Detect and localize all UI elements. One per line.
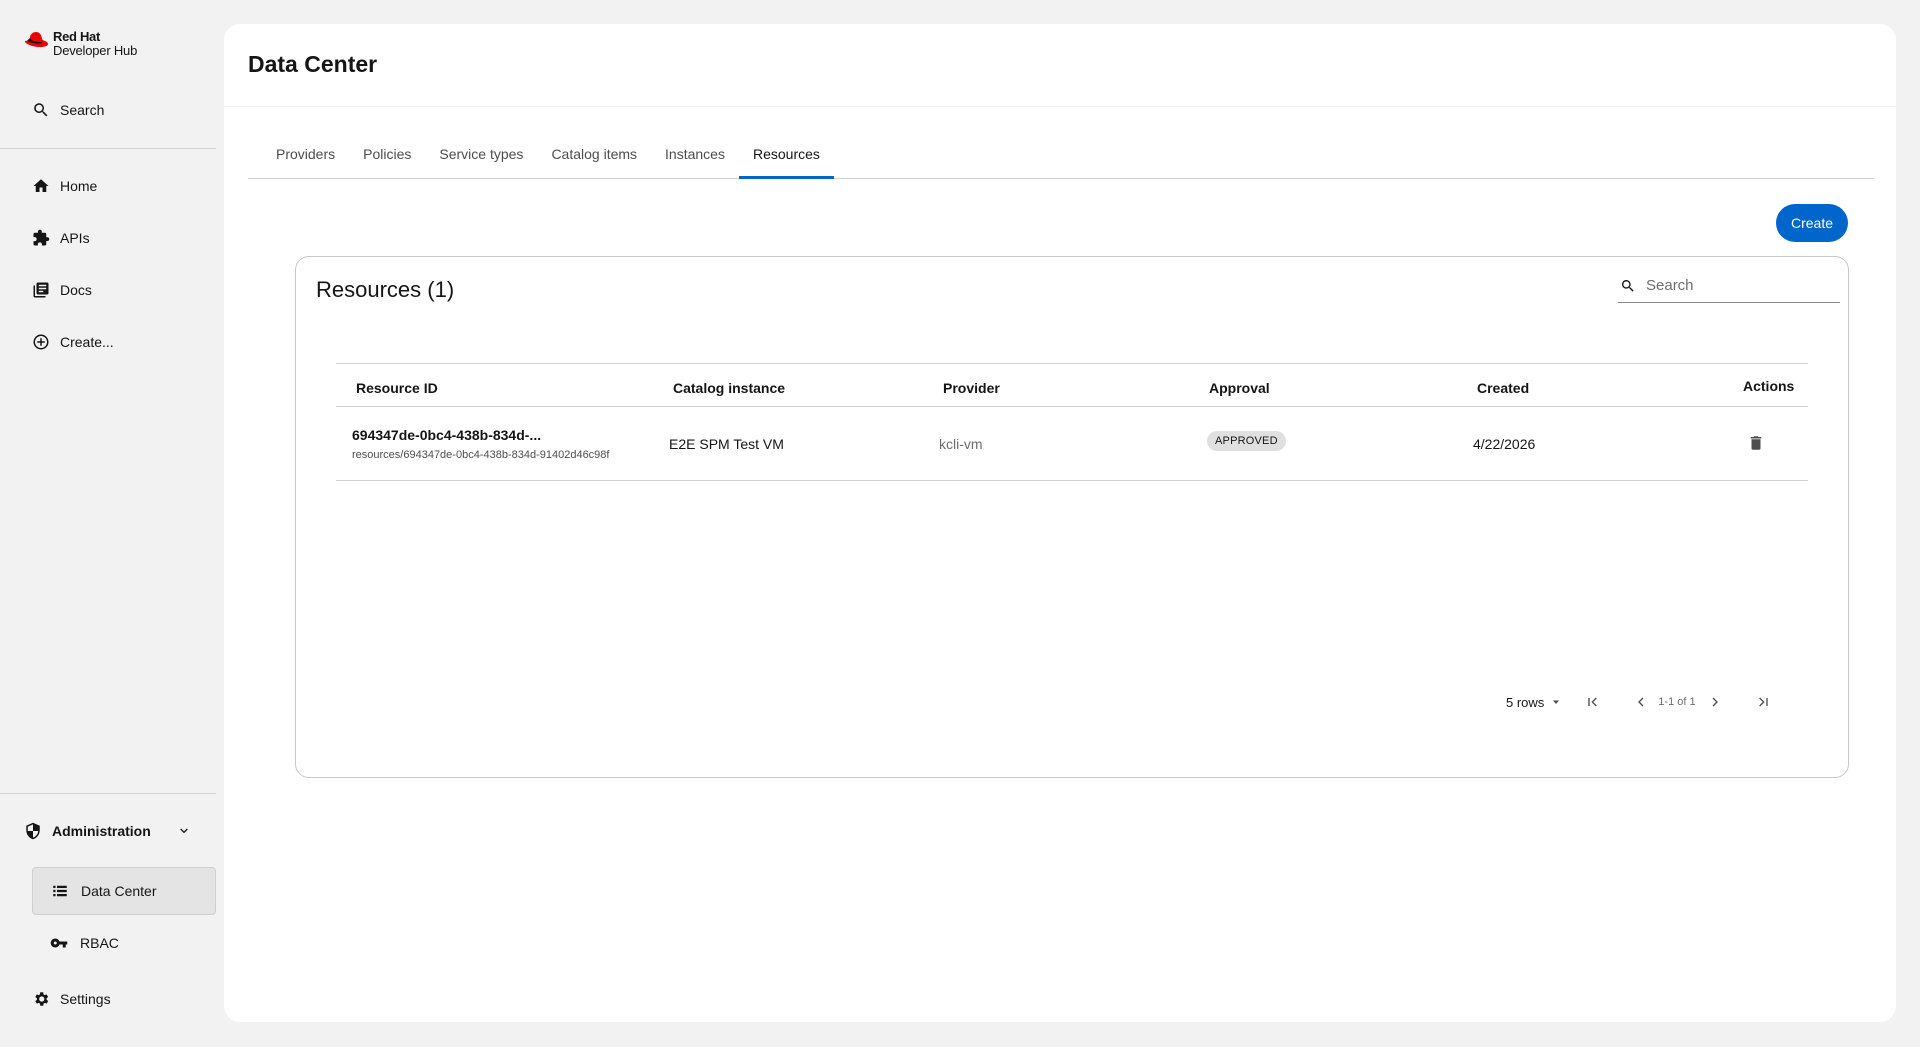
table-header: Resource ID Catalog instance Provider Ap… <box>336 363 1808 407</box>
main-content: Data Center Providers Policies Service t… <box>224 24 1896 1022</box>
resources-table: Resource ID Catalog instance Provider Ap… <box>336 363 1808 481</box>
page-title: Data Center <box>248 51 378 77</box>
column-header-actions: Actions <box>1743 378 1795 394</box>
sidebar-item-label: Home <box>60 178 98 194</box>
resources-panel: Resources (1) Resource ID Catalog instan… <box>295 256 1849 778</box>
trash-icon <box>1750 436 1762 450</box>
sidebar-divider <box>0 148 216 149</box>
tab-providers[interactable]: Providers <box>262 134 349 178</box>
column-header-catalog-instance[interactable]: Catalog instance <box>673 380 785 396</box>
list-icon <box>53 885 67 897</box>
first-page-button[interactable] <box>1584 693 1602 711</box>
brand-line2: Developer Hub <box>53 43 138 58</box>
red-hat-icon <box>24 32 48 47</box>
sidebar-item-label: Docs <box>60 282 92 298</box>
create-button[interactable]: Create <box>1776 204 1848 242</box>
catalog-instance: E2E SPM Test VM <box>669 436 784 452</box>
sidebar: Red Hat Developer Hub Search Home APIs D… <box>0 0 216 1047</box>
delete-button[interactable] <box>1747 434 1765 452</box>
brand-logo[interactable]: Red Hat Developer Hub <box>24 30 137 58</box>
last-page-icon <box>1758 697 1768 707</box>
administration-toggle[interactable]: Administration <box>24 822 192 840</box>
sidebar-item-label: APIs <box>60 230 90 246</box>
header-divider <box>224 106 1896 107</box>
sidebar-item-docs[interactable]: Docs <box>32 281 92 299</box>
next-page-button[interactable] <box>1706 693 1724 711</box>
sidebar-search[interactable]: Search <box>32 101 104 119</box>
tab-service-types[interactable]: Service types <box>425 134 537 178</box>
sidebar-item-apis[interactable]: APIs <box>32 229 90 247</box>
sidebar-item-label: Settings <box>60 991 111 1007</box>
sidebar-item-settings[interactable]: Settings <box>32 990 111 1008</box>
column-header-provider[interactable]: Provider <box>943 380 1000 396</box>
table-search <box>1618 269 1840 303</box>
sidebar-item-label: RBAC <box>80 935 119 951</box>
tab-catalog-items[interactable]: Catalog items <box>537 134 651 178</box>
provider: kcli-vm <box>939 436 983 452</box>
sidebar-item-rbac[interactable]: RBAC <box>32 919 216 967</box>
sidebar-divider <box>0 793 216 794</box>
brand-line1: Red Hat <box>53 29 101 44</box>
panel-title: Resources (1) <box>316 277 455 302</box>
caret-down-icon <box>1553 700 1560 704</box>
tab-instances[interactable]: Instances <box>651 134 739 178</box>
shield-icon <box>26 822 40 840</box>
approval-badge: APPROVED <box>1207 431 1286 451</box>
rows-per-page-label: 5 rows <box>1506 694 1545 710</box>
previous-page-button[interactable] <box>1632 693 1650 711</box>
created-date: 4/22/2026 <box>1473 436 1536 452</box>
puzzle-icon <box>33 229 50 246</box>
page-range: 1-1 of 1 <box>1658 696 1696 708</box>
sidebar-search-label: Search <box>60 102 105 118</box>
last-page-button[interactable] <box>1754 693 1772 711</box>
sidebar-item-label: Data Center <box>81 883 157 899</box>
chevron-left-icon <box>1638 697 1644 707</box>
key-icon <box>50 938 68 948</box>
search-icon <box>34 103 48 117</box>
resource-id[interactable]: 694347de-0bc4-438b-834d-... <box>352 427 541 443</box>
tab-resources[interactable]: Resources <box>738 134 834 179</box>
table-row: 694347de-0bc4-438b-834d-... resources/69… <box>336 407 1808 481</box>
tab-policies[interactable]: Policies <box>349 134 425 178</box>
column-header-created[interactable]: Created <box>1477 380 1529 396</box>
search-input[interactable] <box>1646 277 1826 294</box>
administration-label: Administration <box>52 823 151 839</box>
chevron-right-icon <box>1712 697 1718 707</box>
sidebar-item-data-center[interactable]: Data Center <box>32 867 216 915</box>
resource-path: resources/694347de-0bc4-438b-834d-91402d… <box>352 449 610 461</box>
sidebar-item-create[interactable]: Create... <box>32 333 114 351</box>
search-icon <box>1621 279 1634 292</box>
docs-icon <box>33 282 49 298</box>
chevron-down-icon <box>180 828 188 834</box>
rows-per-page-select[interactable]: 5 rows <box>1506 695 1562 710</box>
sidebar-item-label: Create... <box>60 334 114 350</box>
tab-bar: Providers Policies Service types Catalog… <box>248 134 1874 179</box>
pagination: 5 rows 1-1 of 1 <box>1506 687 1816 717</box>
gear-icon <box>35 992 49 1006</box>
add-circle-icon <box>33 334 49 350</box>
sidebar-item-home[interactable]: Home <box>32 177 97 195</box>
first-page-icon <box>1588 697 1598 707</box>
column-header-resource-id[interactable]: Resource ID <box>356 380 438 396</box>
column-header-approval[interactable]: Approval <box>1209 380 1270 396</box>
home-icon <box>33 179 49 192</box>
